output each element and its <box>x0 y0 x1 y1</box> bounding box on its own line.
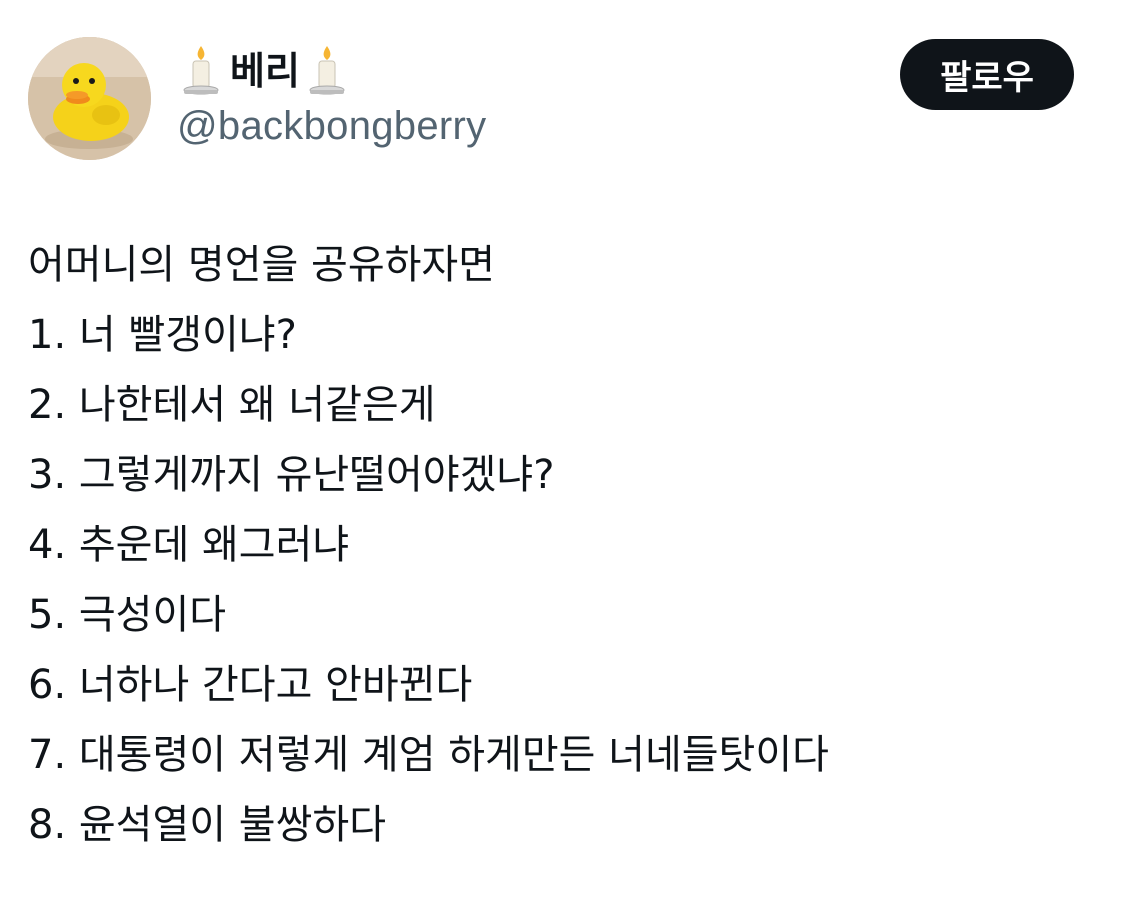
tweet-line: 6. 너하나 간다고 안바뀐다 <box>28 662 473 708</box>
tweet-line: 3. 그렇게까지 유난떨어야겠냐? <box>28 452 555 498</box>
rubber-duck-avatar-icon <box>28 37 151 160</box>
tweet-line: 어머니의 명언을 공유하자면 <box>28 242 496 288</box>
user-handle[interactable]: @backbongberry <box>177 102 486 150</box>
display-name: 베리 <box>230 49 300 93</box>
tweet-line: 1. 너 빨갱이냐? <box>28 312 297 358</box>
author-name-row[interactable]: 베리 <box>178 44 350 98</box>
avatar[interactable] <box>28 37 151 160</box>
tweet-line: 8. 윤석열이 불쌍하다 <box>28 802 386 848</box>
follow-button[interactable]: 팔로우 <box>900 39 1074 110</box>
candle-icon <box>178 44 224 98</box>
tweet-line: 2. 나한테서 왜 너같은게 <box>28 382 436 428</box>
tweet-line: 7. 대통령이 저렇게 계엄 하게만든 너네들탓이다 <box>28 732 829 778</box>
tweet-line: 4. 추운데 왜그러냐 <box>28 522 350 568</box>
tweet-line: 5. 극성이다 <box>28 592 227 638</box>
tweet-text: 어머니의 명언을 공유하자면 1. 너 빨갱이냐? 2. 나한테서 왜 너같은게… <box>28 230 1088 860</box>
candle-icon <box>304 44 350 98</box>
